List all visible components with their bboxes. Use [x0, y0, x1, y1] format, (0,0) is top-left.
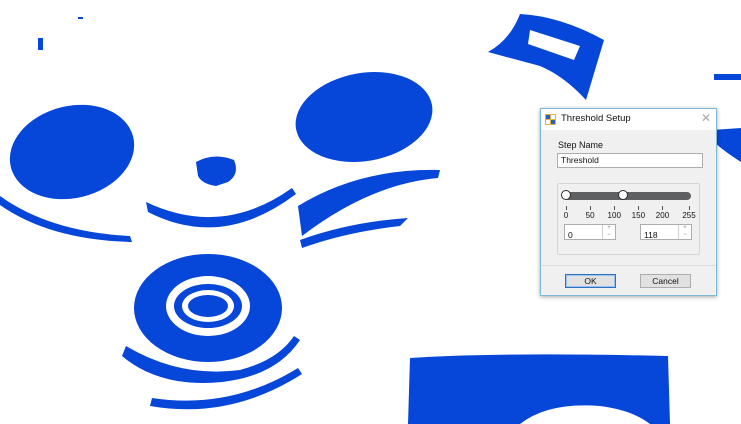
low-spin-arrows[interactable]: + − — [602, 225, 615, 239]
decrement-icon[interactable]: − — [603, 232, 615, 239]
threshold-setup-dialog: Threshold Setup ✕ Step Name Threshold 0 5… — [540, 108, 717, 296]
threshold-app-icon — [545, 114, 556, 125]
step-name-field[interactable]: Threshold — [557, 153, 703, 168]
decrement-icon[interactable]: − — [679, 232, 691, 239]
slider-tick — [590, 206, 592, 210]
dialog-title: Threshold Setup — [561, 113, 631, 124]
slider-tick-label: 150 — [631, 211, 646, 220]
slider-tick-label: 0 — [563, 211, 569, 220]
slider-tick-label: 100 — [607, 211, 621, 220]
slider-tick — [662, 206, 664, 210]
slider-tick — [614, 206, 616, 210]
high-threshold-input[interactable] — [641, 228, 676, 242]
slider-tick — [638, 206, 640, 210]
slider-tick-label: 200 — [655, 211, 670, 220]
high-threshold-spinner[interactable]: + − — [640, 224, 692, 242]
high-spin-arrows[interactable]: + − — [678, 225, 691, 239]
ok-button[interactable]: OK — [565, 274, 616, 288]
step-name-label: Step Name — [558, 140, 604, 150]
threshold-range-group: 0 50 100 150 200 255 + − + − — [557, 183, 700, 255]
high-threshold-handle[interactable] — [617, 190, 628, 200]
close-icon[interactable]: ✕ — [701, 111, 711, 125]
slider-tick — [689, 206, 690, 210]
button-separator — [541, 265, 716, 266]
increment-icon[interactable]: + — [679, 225, 691, 232]
slider-tick-label: 255 — [682, 211, 696, 220]
low-threshold-input[interactable] — [565, 228, 600, 242]
low-threshold-spinner[interactable]: + − — [564, 224, 616, 242]
slider-tick-label: 50 — [585, 211, 595, 220]
low-threshold-handle[interactable] — [561, 190, 571, 200]
dialog-titlebar[interactable]: Threshold Setup ✕ — [541, 109, 716, 130]
cancel-button[interactable]: Cancel — [640, 274, 691, 288]
slider-tick — [566, 206, 567, 210]
increment-icon[interactable]: + — [603, 225, 615, 232]
